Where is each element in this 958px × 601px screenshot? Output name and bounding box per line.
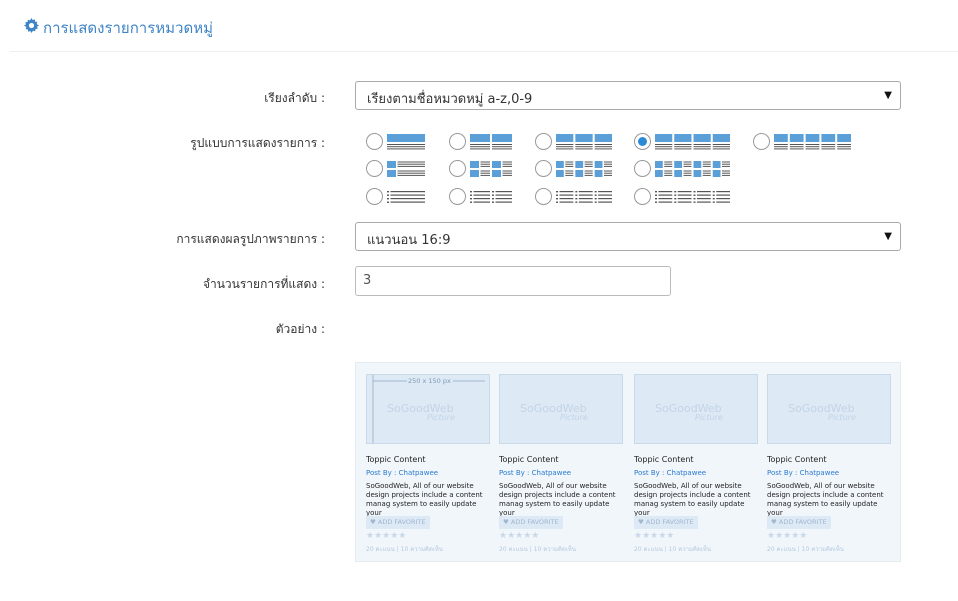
count-input[interactable]: 3	[355, 266, 671, 296]
card-title: Toppic Content	[767, 455, 827, 464]
heart-icon: ♥	[370, 518, 378, 526]
layout-radio[interactable]	[753, 133, 770, 150]
layout-radio[interactable]	[449, 133, 466, 150]
thumbnail-placeholder: SoGoodWeb Picture	[767, 374, 891, 444]
preview-label: ตัวอย่าง :	[275, 322, 325, 336]
layout-option[interactable]	[449, 188, 512, 206]
layout-option[interactable]	[366, 133, 425, 151]
layout-radio[interactable]	[449, 188, 466, 205]
caret-down-icon: ▼	[884, 231, 892, 242]
thumbnail-placeholder: SoGoodWeb Picture	[499, 374, 623, 444]
dimension-label: 250 x 150 px	[408, 377, 451, 385]
add-favorite-badge: ♥ ADD FAVORITE	[499, 516, 563, 529]
watermark-sub: Picture	[828, 413, 856, 422]
card-stats: 20 คะแนน | 10 ความคิดเห็น	[634, 546, 711, 553]
card-post-by: Post By : Chatpawee	[366, 469, 439, 477]
image-display-label: การแสดงผลรูปภาพรายการ :	[176, 232, 325, 246]
image-display-select-value: แนวนอน 16:9	[367, 233, 451, 248]
grid-layout-icon	[655, 134, 730, 150]
card-title: Toppic Content	[366, 455, 426, 464]
layout-radio[interactable]	[535, 133, 552, 150]
preview-panel: 250 x 150 px SoGoodWeb Picture Toppic Co…	[355, 362, 901, 562]
add-favorite-badge: ♥ ADD FAVORITE	[767, 516, 831, 529]
card-description: SoGoodWeb, All of our website design pro…	[366, 482, 483, 517]
count-input-value: 3	[363, 273, 372, 288]
rating-stars: ★★★★★	[767, 531, 808, 541]
row-layout-icon	[470, 161, 512, 177]
layout-radio[interactable]	[535, 188, 552, 205]
layout-radio[interactable]	[366, 160, 383, 177]
card-description: SoGoodWeb, All of our website design pro…	[767, 482, 884, 517]
row-layout-icon	[655, 161, 730, 177]
card-post-by: Post By : Chatpawee	[634, 469, 707, 477]
heart-icon: ♥	[503, 518, 511, 526]
card-stats: 20 คะแนน | 10 ความคิดเห็น	[499, 546, 576, 553]
card-description: SoGoodWeb, All of our website design pro…	[499, 482, 616, 517]
sort-select-value: เรียงตามชื่อหมวดหมู่ a-z,0-9	[367, 92, 533, 107]
layout-radio[interactable]	[535, 160, 552, 177]
watermark-sub: Picture	[427, 413, 455, 422]
layout-option[interactable]	[535, 160, 612, 178]
card-title: Toppic Content	[634, 455, 694, 464]
grid-layout-icon	[556, 134, 612, 150]
heart-icon: ♥	[771, 518, 779, 526]
layout-option[interactable]	[634, 160, 730, 178]
layout-radio[interactable]	[634, 188, 651, 205]
image-display-select[interactable]: แนวนอน 16:9 ▼	[355, 222, 901, 251]
layout-option[interactable]	[753, 133, 851, 151]
layout-option[interactable]	[634, 188, 730, 206]
layout-label: รูปแบบการแสดงรายการ :	[190, 136, 325, 150]
layout-option[interactable]	[535, 133, 612, 151]
layout-option[interactable]	[449, 133, 512, 151]
page-title: การแสดงรายการหมวดหมู่	[43, 19, 213, 37]
sort-select[interactable]: เรียงตามชื่อหมวดหมู่ a-z,0-9 ▼	[355, 81, 901, 110]
card-description: SoGoodWeb, All of our website design pro…	[634, 482, 751, 517]
list-layout-icon	[387, 191, 425, 203]
rating-stars: ★★★★★	[366, 531, 407, 541]
watermark-sub: Picture	[560, 413, 588, 422]
thumbnail-placeholder: 250 x 150 px SoGoodWeb Picture	[366, 374, 490, 444]
layout-radio[interactable]	[634, 160, 651, 177]
grid-layout-icon	[470, 134, 512, 150]
section-header: การแสดงรายการหมวดหมู่	[10, 0, 958, 52]
layout-option[interactable]	[366, 160, 425, 178]
card-post-by: Post By : Chatpawee	[767, 469, 840, 477]
grid-layout-icon	[387, 134, 425, 150]
card-title: Toppic Content	[499, 455, 559, 464]
list-layout-icon	[556, 191, 612, 203]
layout-radio[interactable]	[449, 160, 466, 177]
layout-radio[interactable]	[366, 133, 383, 150]
rating-stars: ★★★★★	[499, 531, 540, 541]
card-post-by: Post By : Chatpawee	[499, 469, 572, 477]
caret-down-icon: ▼	[884, 90, 892, 101]
add-favorite-badge: ♥ ADD FAVORITE	[366, 516, 430, 529]
thumbnail-placeholder: SoGoodWeb Picture	[634, 374, 758, 444]
card-stats: 20 คะแนน | 10 ความคิดเห็น	[767, 546, 844, 553]
layout-radio[interactable]	[634, 133, 651, 150]
watermark-sub: Picture	[695, 413, 723, 422]
rating-stars: ★★★★★	[634, 531, 675, 541]
card-stats: 20 คะแนน | 10 ความคิดเห็น	[366, 546, 443, 553]
layout-option[interactable]	[634, 133, 730, 151]
layout-option[interactable]	[535, 188, 612, 206]
layout-option[interactable]	[366, 188, 425, 206]
list-layout-icon	[470, 191, 512, 203]
sort-label: เรียงลำดับ :	[264, 91, 325, 105]
gear-icon	[24, 18, 39, 33]
grid-layout-icon	[774, 134, 851, 150]
list-layout-icon	[655, 191, 730, 203]
layout-option[interactable]	[449, 160, 512, 178]
row-layout-icon	[556, 161, 612, 177]
add-favorite-badge: ♥ ADD FAVORITE	[634, 516, 698, 529]
count-label: จำนวนรายการที่แสดง :	[202, 277, 325, 291]
heart-icon: ♥	[638, 518, 646, 526]
row-layout-icon	[387, 161, 425, 177]
layout-radio[interactable]	[366, 188, 383, 205]
